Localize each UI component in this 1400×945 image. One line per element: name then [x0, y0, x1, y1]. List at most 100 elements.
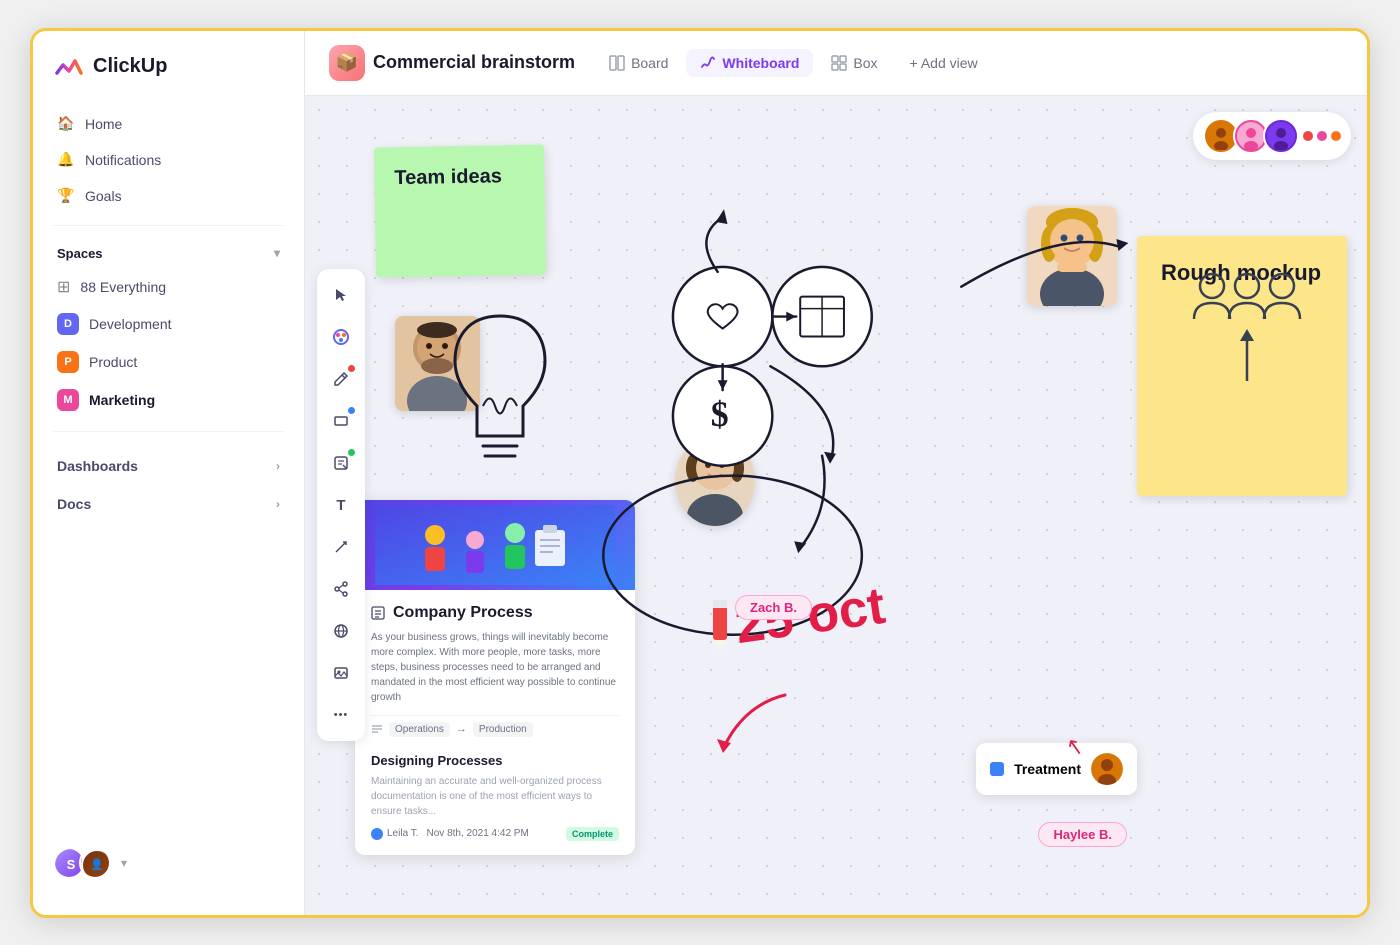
nav-goals[interactable]: 🏆 Goals: [45, 179, 292, 213]
left-toolbar: T: [317, 269, 365, 741]
tool-text[interactable]: T: [323, 487, 359, 523]
topbar: 📦 Commercial brainstorm Board Whiteboard: [305, 31, 1367, 96]
red-pencil: [705, 595, 735, 655]
treatment-label: Treatment: [1014, 761, 1081, 777]
add-view-label: + Add view: [910, 55, 978, 71]
whiteboard-icon: [700, 55, 716, 71]
tab-box-label: Box: [853, 55, 877, 71]
nav-goals-label: Goals: [85, 188, 122, 204]
sidebar-docs[interactable]: Docs ›: [33, 482, 304, 520]
pink-arrow: [705, 685, 805, 765]
logo-area[interactable]: ClickUp: [33, 51, 304, 107]
treatment-card[interactable]: Treatment: [976, 743, 1137, 795]
pencil-icon: [333, 371, 349, 387]
sidebar: ClickUp 🏠 Home 🔔 Notifications 🏆 Goals S…: [33, 31, 305, 915]
nav-notifications-label: Notifications: [85, 152, 161, 168]
sidebar-item-marketing[interactable]: M Marketing: [33, 381, 304, 419]
tool-pencil[interactable]: [323, 361, 359, 397]
view-tabs: Board Whiteboard Box: [595, 49, 992, 77]
more-icon: •••: [334, 709, 349, 721]
user-avatars[interactable]: S 👤: [53, 847, 111, 879]
spaces-header[interactable]: Spaces ▾: [33, 238, 304, 269]
sidebar-dashboards[interactable]: Dashboards ›: [33, 444, 304, 482]
treatment-color-sq: [990, 762, 1004, 776]
zach-label-text: Zach B.: [750, 600, 797, 615]
tab-board[interactable]: Board: [595, 49, 682, 77]
spaces-chevron: ▾: [274, 246, 280, 260]
image-icon: [333, 665, 349, 681]
tab-whiteboard[interactable]: Whiteboard: [686, 49, 813, 77]
add-view-button[interactable]: + Add view: [896, 49, 992, 77]
select-icon: [333, 287, 349, 303]
marketing-badge: M: [57, 389, 79, 411]
globe-icon: [333, 623, 349, 639]
sidebar-divider-1: [53, 225, 284, 226]
page-title: Commercial brainstorm: [373, 52, 575, 73]
everything-label: 88 Everything: [80, 279, 166, 295]
marketing-label: Marketing: [89, 392, 155, 408]
home-icon: 🏠: [57, 115, 75, 133]
people-icons-group: [1182, 261, 1312, 396]
trophy-icon: 🏆: [57, 187, 75, 205]
person-label-zach: Zach B.: [735, 595, 812, 620]
tab-box[interactable]: Box: [817, 49, 891, 77]
person-label-haylee: Haylee B.: [1038, 822, 1127, 847]
app-name: ClickUp: [93, 55, 167, 78]
dashboards-label: Dashboards: [57, 458, 138, 474]
tool-more[interactable]: •••: [323, 697, 359, 733]
tool-note[interactable]: [323, 445, 359, 481]
svg-text:$: $: [711, 393, 729, 433]
sidebar-item-product[interactable]: P Product: [33, 343, 304, 381]
rect-icon: [333, 413, 349, 429]
share-icon: [333, 581, 349, 597]
tool-globe[interactable]: [323, 613, 359, 649]
nav-home-label: Home: [85, 116, 122, 132]
tab-board-label: Board: [631, 55, 668, 71]
treatment-avatar: [1091, 753, 1123, 785]
product-label: Product: [89, 354, 137, 370]
cursor-pointer: ↖: [1063, 732, 1086, 761]
box-icon: [831, 55, 847, 71]
sidebar-item-everything[interactable]: ⊞ 88 Everything: [33, 269, 304, 305]
user-menu-chevron[interactable]: ▾: [121, 856, 127, 870]
rect-dot: [348, 407, 355, 414]
color-icon: [332, 328, 350, 346]
avatar-user2[interactable]: 👤: [79, 847, 111, 879]
canvas-drawings: $: [305, 96, 1367, 915]
nav-notifications[interactable]: 🔔 Notifications: [45, 143, 292, 177]
board-icon: [609, 55, 625, 71]
dashboards-chevron: ›: [276, 459, 280, 473]
tool-color[interactable]: [323, 319, 359, 355]
tool-image[interactable]: [323, 655, 359, 691]
note-dot: [348, 449, 355, 456]
text-icon: T: [336, 497, 345, 514]
tool-select[interactable]: [323, 277, 359, 313]
treatment-person-icon: [1091, 753, 1123, 785]
tab-whiteboard-label: Whiteboard: [722, 55, 799, 71]
tool-rect[interactable]: [323, 403, 359, 439]
sidebar-bottom: S 👤 ▾: [33, 831, 304, 895]
development-label: Development: [89, 316, 172, 332]
spaces-label: Spaces: [57, 246, 103, 261]
development-badge: D: [57, 313, 79, 335]
main-area: 📦 Commercial brainstorm Board Whiteboard: [305, 31, 1367, 915]
grid-icon: ⊞: [57, 277, 70, 297]
product-badge: P: [57, 351, 79, 373]
pencil-dot: [348, 365, 355, 372]
connector-icon: [333, 539, 349, 555]
whiteboard-canvas[interactable]: T: [305, 96, 1367, 915]
people-icons-svg: [1182, 261, 1312, 391]
haylee-label-text: Haylee B.: [1053, 827, 1112, 842]
breadcrumb-icon: 📦: [329, 45, 365, 81]
note-icon: [333, 455, 349, 471]
docs-label: Docs: [57, 496, 91, 512]
docs-chevron: ›: [276, 497, 280, 511]
tool-connector[interactable]: [323, 529, 359, 565]
tool-share[interactable]: [323, 571, 359, 607]
main-nav: 🏠 Home 🔔 Notifications 🏆 Goals: [33, 107, 304, 213]
sidebar-item-development[interactable]: D Development: [33, 305, 304, 343]
bell-icon: 🔔: [57, 151, 75, 169]
sidebar-divider-2: [53, 431, 284, 432]
clickup-logo-icon: [53, 51, 85, 83]
nav-home[interactable]: 🏠 Home: [45, 107, 292, 141]
